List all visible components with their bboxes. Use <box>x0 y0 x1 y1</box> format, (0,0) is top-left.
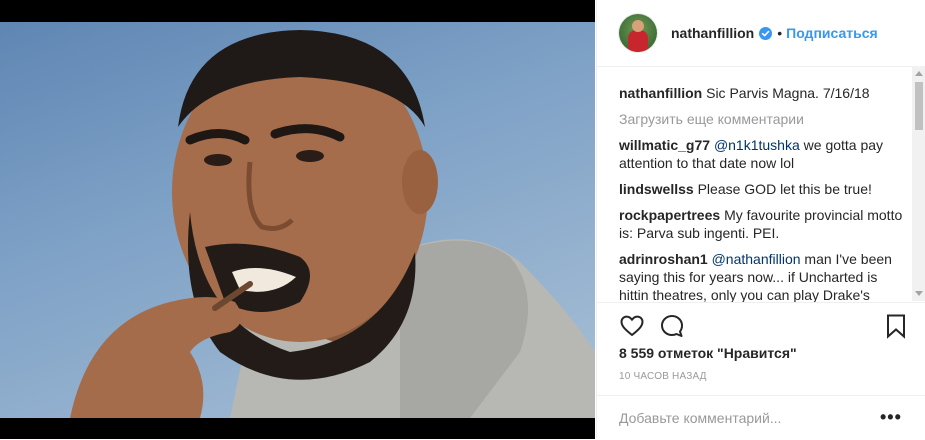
caption-username[interactable]: nathanfillion <box>619 85 702 101</box>
header-separator: • <box>777 25 783 41</box>
comment-username[interactable]: willmatic_g77 <box>619 137 710 153</box>
comment-username[interactable]: adrinroshan1 <box>619 251 708 267</box>
more-options-icon[interactable]: ••• <box>880 407 902 428</box>
comments-scrollbar[interactable] <box>912 66 925 301</box>
post-photo[interactable] <box>0 22 595 418</box>
post-side-panel: nathanfillion • Подписаться nathanfillio… <box>596 0 925 439</box>
comment-mention[interactable]: @nathanfillion <box>712 251 801 267</box>
comment-bubble-icon[interactable] <box>659 313 685 339</box>
caption: nathanfillion Sic Parvis Magna. 7/16/18 <box>619 84 903 102</box>
comment-mention[interactable]: @n1k1tushka <box>714 137 800 153</box>
avatar[interactable] <box>619 14 657 52</box>
add-comment-section: ••• <box>597 395 925 440</box>
verified-badge-icon <box>759 26 773 40</box>
post-header: nathanfillion • Подписаться <box>597 0 925 67</box>
heart-icon[interactable] <box>619 313 645 339</box>
load-more-comments-button[interactable]: Загрузить еще комментарии <box>619 110 903 128</box>
add-comment-input[interactable] <box>619 408 859 428</box>
comments-list[interactable]: nathanfillion Sic Parvis Magna. 7/16/18 … <box>619 84 903 302</box>
post-actions-bar <box>597 302 925 345</box>
portrait-image <box>70 30 595 418</box>
comment-text: Please GOD let this be true! <box>697 181 872 197</box>
header-username[interactable]: nathanfillion <box>671 25 754 41</box>
scroll-up-arrow-icon[interactable] <box>915 71 923 76</box>
post-photo-panel <box>0 0 595 439</box>
comment-username[interactable]: lindswellss <box>619 181 694 197</box>
scroll-down-arrow-icon[interactable] <box>915 291 923 296</box>
comment-item: willmatic_g77 @n1k1tushka we gotta pay a… <box>619 136 903 172</box>
comment-item: rockpapertrees My favourite provincial m… <box>619 206 903 242</box>
bookmark-icon[interactable] <box>883 313 909 339</box>
likes-count[interactable]: 8 559 отметок "Нравится" <box>619 345 797 361</box>
post-timestamp[interactable]: 10 ЧАСОВ НАЗАД <box>619 371 707 382</box>
caption-text: Sic Parvis Magna. 7/16/18 <box>706 85 870 101</box>
comment-item: lindswellss Please GOD let this be true! <box>619 180 903 198</box>
follow-button[interactable]: Подписаться <box>786 25 878 41</box>
comment-item: adrinroshan1 @nathanfillion man I've bee… <box>619 250 903 302</box>
scroll-thumb[interactable] <box>915 82 923 130</box>
comment-username[interactable]: rockpapertrees <box>619 207 720 223</box>
